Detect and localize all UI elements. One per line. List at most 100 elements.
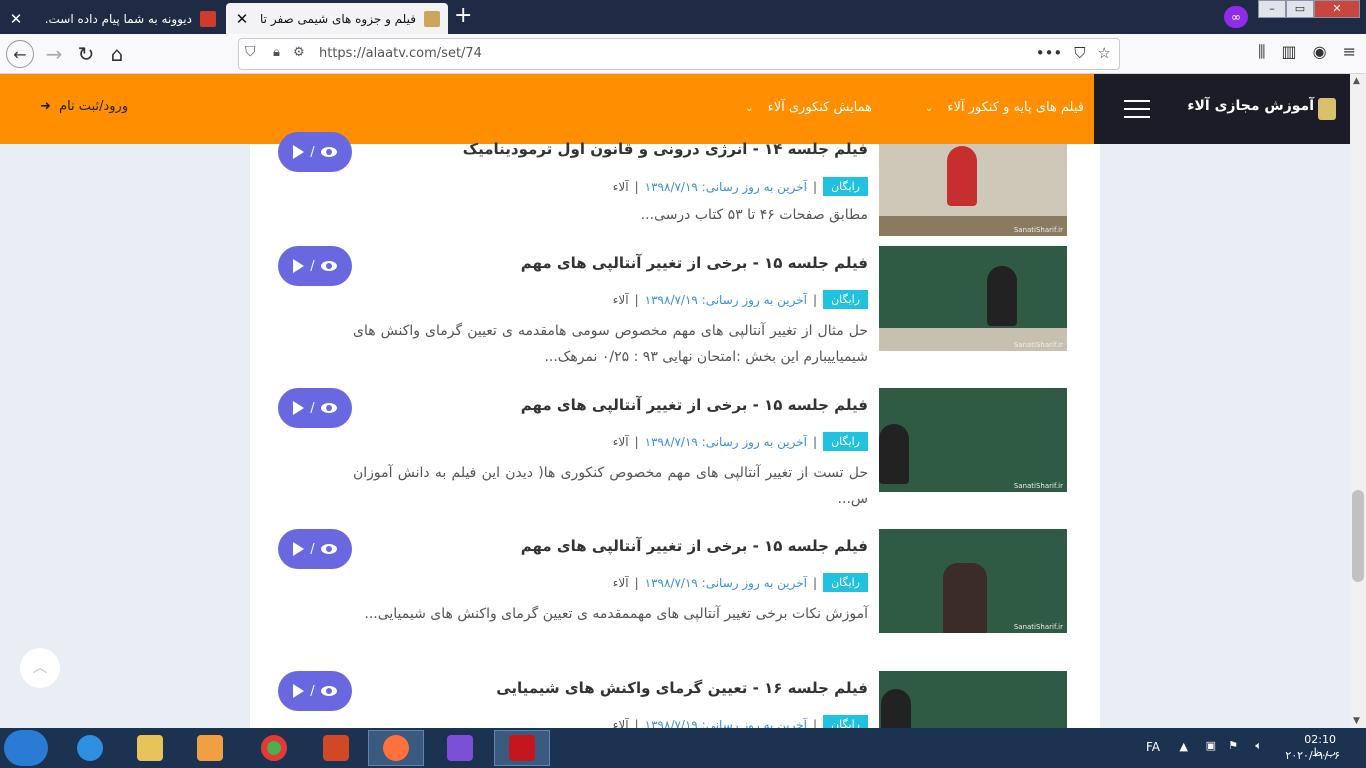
private-browsing-icon: ∞ [1224,6,1248,28]
media-player-icon[interactable] [182,730,238,766]
item-title[interactable]: فیلم جلسه ۱۶ - تعیین گرمای واکنش های شیم… [496,679,868,697]
new-tab-button[interactable]: + [454,4,472,28]
play-button[interactable]: / [278,671,352,711]
browser-tab-active[interactable]: فیلم و جزوه های شیمی صفر تا صد ✕ [226,3,448,34]
play-button[interactable]: / [278,529,352,569]
video-thumbnail[interactable] [879,671,1067,728]
item-title[interactable]: فیلم جلسه ۱۵ - برخی از تغییر آنتالپی های… [521,396,868,414]
author: آلاء [612,717,629,729]
chevron-down-icon: ⌄ [924,103,934,114]
menu-item-conference[interactable]: همایش کنکوری آلاء ⌄ [745,100,872,115]
home-icon[interactable]: ⌂ [103,40,131,68]
browser-tab-messages[interactable]: دیوونه به شما پیام داده است. ✕ [0,3,224,34]
menu-icon[interactable]: ≡ [1343,42,1356,62]
pocket-icon[interactable]: ⛉ [1074,44,1085,62]
start-button[interactable] [4,730,48,766]
site-brand[interactable]: آموزش مجازی آلاء [1094,74,1350,144]
firefox-icon[interactable] [368,730,424,766]
video-thumbnail[interactable]: SanatiSharif.ir [879,144,1067,236]
video-thumbnail[interactable]: SanatiSharif.ir [879,388,1067,492]
sidebar-icon[interactable]: ▥ [1282,42,1297,62]
video-thumbnail[interactable]: SanatiSharif.ir [879,246,1067,351]
play-button[interactable]: / [278,132,352,172]
ie-icon[interactable] [62,730,118,766]
scrollbar-thumb[interactable] [1352,490,1364,582]
scroll-up-icon[interactable]: ▲ [1353,76,1360,86]
item-meta: رایگان | آخرین به روز رسانی: ۱۳۹۸/۷/۱۹ |… [613,177,868,196]
author: آلاء [612,575,629,590]
item-description: حل مثال از تغییر آنتالپی های مهم مخصوص س… [353,323,868,365]
scroll-down-icon[interactable]: ▼ [1353,716,1360,726]
flag-icon[interactable]: ⚑ [1228,739,1238,752]
language-indicator[interactable]: FA [1146,740,1160,754]
account-icon[interactable]: ◉ [1313,42,1327,62]
eye-icon [320,544,337,554]
page-actions-icon[interactable]: ••• [1036,44,1063,62]
sign-in-icon: ➜ [40,99,51,114]
library-icon[interactable]: ⫼ [1258,42,1265,62]
menu-item-courses[interactable]: فیلم های پایه و کنکور آلاء ⌄ [925,100,1084,115]
chrome-icon[interactable] [246,730,302,766]
update-date: آخرین به روز رسانی: ۱۳۹۸/۷/۱۹ [644,717,808,729]
login-link[interactable]: ورود/ثبت نام ➜ [40,99,128,114]
close-tab-icon[interactable]: ✕ [234,10,250,28]
tray-arrow-icon[interactable]: ▲ [1180,740,1188,753]
url-bar[interactable]: ⛉ 🔒︎ ⚙ https://alaatv.com/set/74 ••• ⛉ ☆ [238,38,1120,70]
author: آلاء [612,179,629,194]
item-meta: رایگان | آخرین به روز رسانی: ۱۳۹۸/۷/۱۹ |… [613,432,868,451]
eye-icon [320,147,337,157]
permissions-icon[interactable]: ⚙ [293,45,305,60]
url-text[interactable]: https://alaatv.com/set/74 [319,46,482,61]
scroll-to-top-button[interactable]: ︿ [20,648,60,688]
file-explorer-icon[interactable] [122,730,178,766]
site-favicon-icon [424,10,440,27]
watermark: SanatiSharif.ir [1013,482,1063,490]
play-icon [293,259,305,273]
item-title[interactable]: فیلم جلسه ۱۵ - برخی از تغییر آنتالپی های… [521,537,868,555]
bookmark-star-icon[interactable]: ☆ [1098,44,1111,62]
list-item: SanatiSharif.ir فیلم جلسه ۱۵ - برخی از ت… [250,529,1100,664]
visual-studio-icon[interactable] [432,730,488,766]
play-button[interactable]: / [278,388,352,428]
item-title[interactable]: فیلم جلسه ۱۵ - برخی از تغییر آنتالپی های… [521,254,868,272]
item-meta: رایگان | آخرین به روز رسانی: ۱۳۹۸/۷/۱۹ |… [613,290,868,309]
chevron-down-icon: ⌄ [745,103,754,114]
page-scrollbar[interactable]: ▲ ▼ [1350,74,1366,728]
status-badge: رایگان [823,177,868,196]
tab-title: دیوونه به شما پیام داده است. [44,11,192,26]
navigation-toolbar: ← → ↻ ⌂ ⛉ 🔒︎ ⚙ https://alaatv.com/set/74… [0,34,1366,74]
item-description: آموزش نکات برخی تغییر آنتالپی های مهممقد… [364,606,868,622]
play-icon [293,542,305,556]
watermark: SanatiSharif.ir [1013,623,1063,631]
acrobat-icon[interactable] [494,730,550,766]
network-icon[interactable]: ▣ [1206,739,1216,752]
powerpoint-icon[interactable] [308,730,364,766]
play-button[interactable]: / [278,246,352,286]
item-description: مطابق صفحات ۴۶ تا ۵۳ کتاب درسی... [640,207,868,223]
os-taskbar: FA ▲ ▣ ⚑ 🔈︎ 02:10 ب.ظ ۲۰۲۰/۰۱/۰۶ [0,728,1366,768]
forward-icon[interactable]: → [40,40,68,68]
eye-icon [320,403,337,413]
update-date: آخرین به روز رسانی: ۱۳۹۸/۷/۱۹ [644,575,808,590]
clock-date[interactable]: ۲۰۲۰/۰۱/۰۶ [1285,749,1340,762]
close-window-button[interactable]: ✕ [1314,0,1360,18]
volume-icon[interactable]: 🔈︎ [1255,739,1262,753]
update-date: آخرین به روز رسانی: ۱۳۹۸/۷/۱۹ [644,434,808,449]
browser-tools: ⫼ ▥ ◉ ≡ [1258,42,1356,62]
reload-icon[interactable]: ↻ [72,40,100,68]
menu-label: همایش کنکوری آلاء [767,100,872,115]
alaa-logo-icon [1318,98,1336,120]
list-item: SanatiSharif.ir فیلم جلسه ۱۵ - برخی از ت… [250,246,1100,381]
content-list: SanatiSharif.ir فیلم جلسه ۱۴ - انرژی درو… [250,132,1100,729]
author: آلاء [612,292,629,307]
close-tab-icon[interactable]: ✕ [8,10,24,28]
maximize-button[interactable]: ▭ [1286,0,1314,18]
video-thumbnail[interactable]: SanatiSharif.ir [879,529,1067,633]
tracking-protection-icon[interactable]: ⛉ [245,44,263,64]
lock-icon[interactable]: 🔒︎ [273,45,280,60]
back-icon[interactable]: ← [6,40,34,68]
hamburger-menu-icon[interactable] [1124,100,1150,124]
browser-tab-bar: دیوونه به شما پیام داده است. ✕ فیلم و جز… [0,0,1366,34]
item-title[interactable]: فیلم جلسه ۱۴ - انرژی درونی و قانون اول ت… [463,140,868,158]
minimize-button[interactable]: – [1258,0,1286,18]
